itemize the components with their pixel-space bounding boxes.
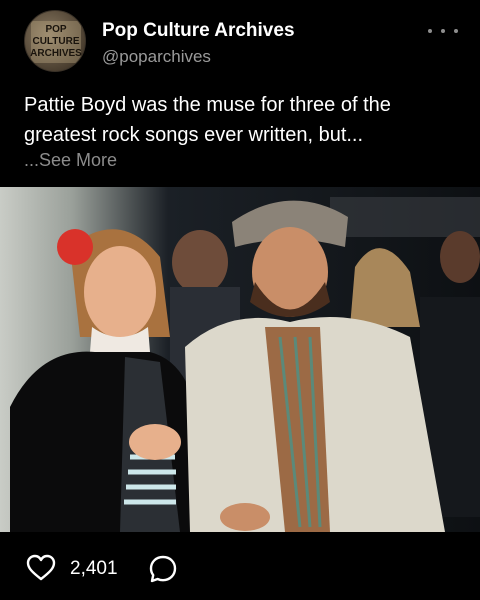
- pop-culture-archives-logo: POP CULTURE ARCHIVES: [30, 21, 82, 63]
- dot: [441, 29, 445, 33]
- comment-icon[interactable]: [148, 554, 178, 584]
- account-handle[interactable]: @poparchives: [102, 47, 211, 67]
- photo-illustration: [0, 187, 480, 532]
- dot: [454, 29, 458, 33]
- post-photo[interactable]: [0, 187, 480, 532]
- dot: [428, 29, 432, 33]
- svg-text:POP: POP: [45, 24, 66, 35]
- post-header: POP CULTURE ARCHIVES Pop Culture Archive…: [0, 0, 480, 80]
- account-name[interactable]: Pop Culture Archives: [102, 20, 295, 42]
- like-count: 2,401: [70, 558, 118, 579]
- post-card: POP CULTURE ARCHIVES Pop Culture Archive…: [0, 0, 480, 600]
- see-more-link[interactable]: ...See More: [24, 150, 117, 171]
- svg-text:CULTURE: CULTURE: [32, 36, 79, 47]
- more-options-icon[interactable]: [428, 22, 458, 40]
- post-caption: Pattie Boyd was the muse for three of th…: [24, 94, 391, 146]
- svg-text:ARCHIVES: ARCHIVES: [30, 48, 82, 59]
- avatar[interactable]: POP CULTURE ARCHIVES: [24, 10, 86, 72]
- heart-icon[interactable]: [26, 554, 56, 582]
- post-actions: 2,401: [0, 540, 480, 600]
